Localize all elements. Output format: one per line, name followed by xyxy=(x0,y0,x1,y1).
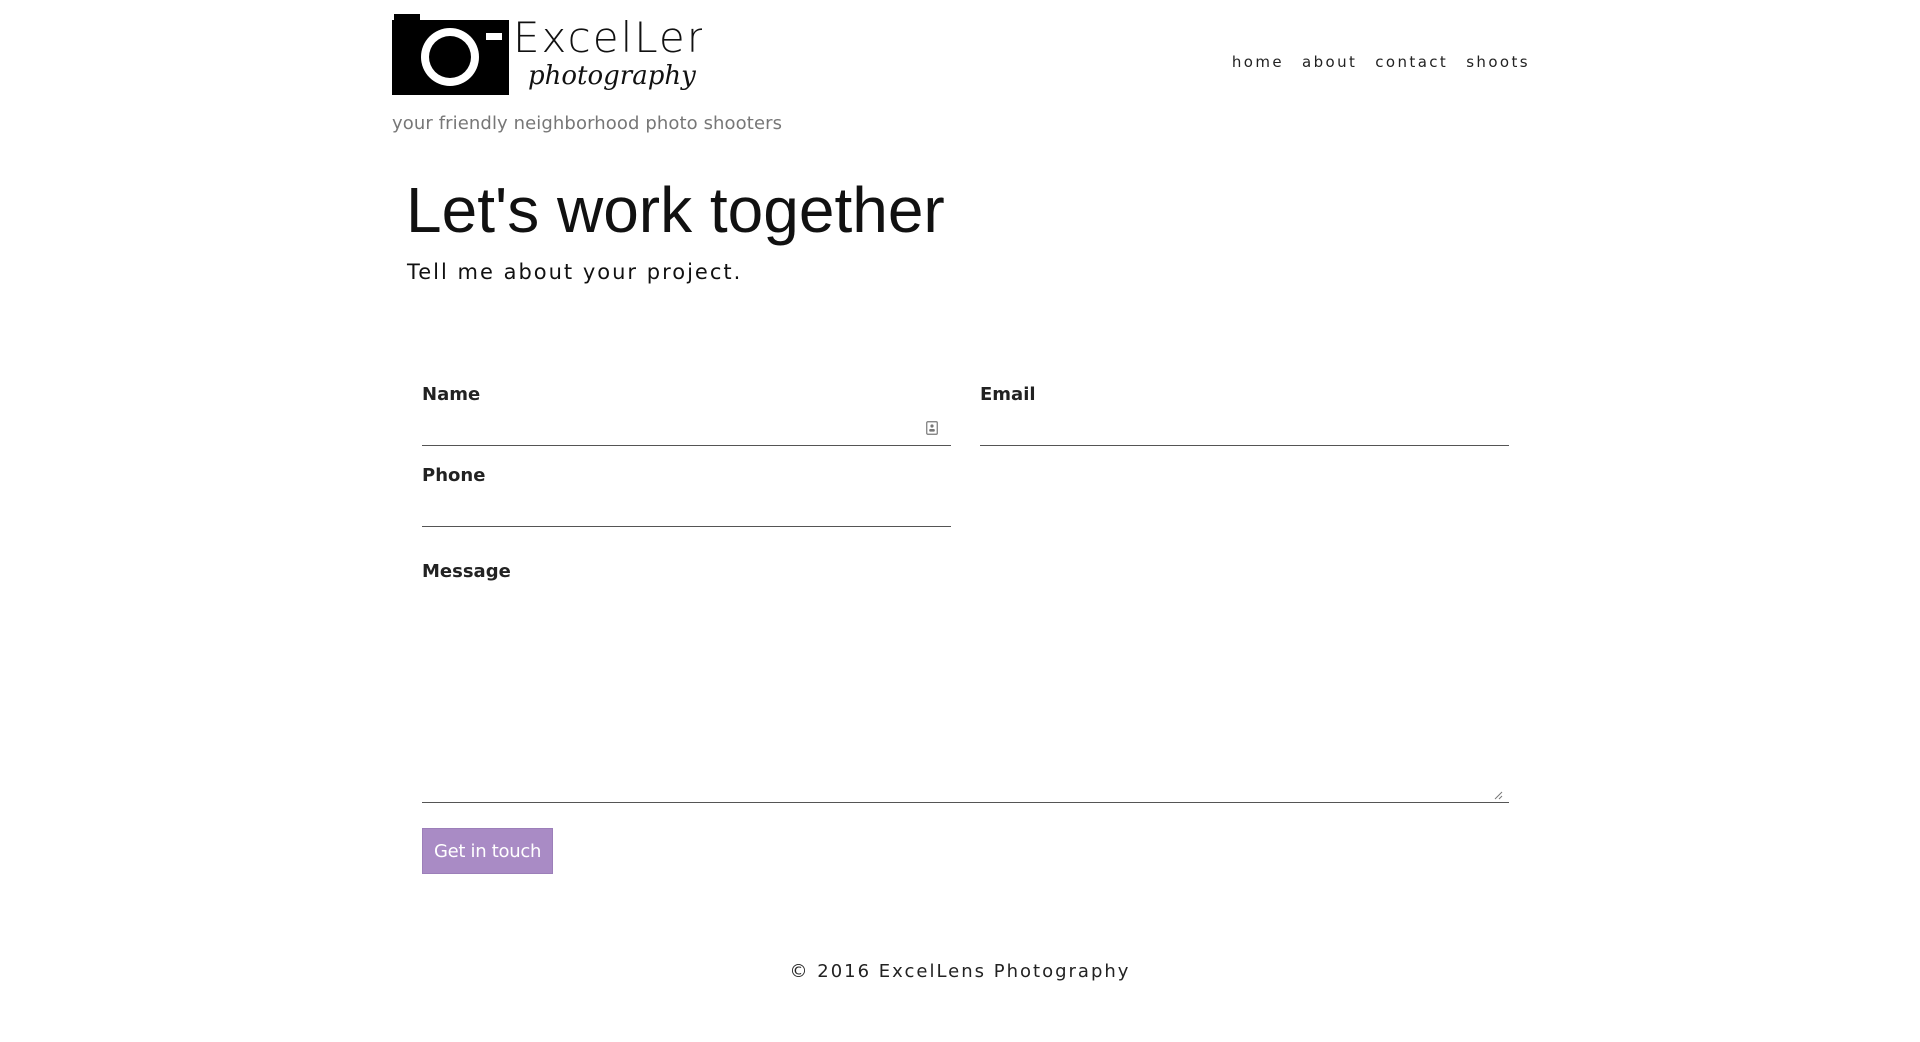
resize-grip-icon[interactable] xyxy=(1493,790,1503,800)
phone-label: Phone xyxy=(422,465,486,486)
message-label: Message xyxy=(422,561,511,582)
name-label: Name xyxy=(422,384,481,405)
page-title: Let's work together xyxy=(406,174,945,246)
site-tagline: your friendly neighborhood photo shooter… xyxy=(392,113,783,134)
name-input[interactable] xyxy=(422,412,951,446)
logo-brand-bottom: photography xyxy=(528,61,696,91)
message-textarea[interactable] xyxy=(422,590,1509,803)
contact-card-icon[interactable] xyxy=(926,421,938,435)
nav-link-contact[interactable]: contact xyxy=(1375,53,1448,71)
email-label: Email xyxy=(980,384,1036,405)
phone-input[interactable] xyxy=(422,493,951,527)
footer-copyright: © 2016 ExcelLens Photography xyxy=(789,961,1131,982)
nav-link-shoots[interactable]: shoots xyxy=(1466,53,1530,71)
email-input[interactable] xyxy=(980,412,1509,446)
main-nav: home about contact shoots xyxy=(1232,53,1530,71)
get-in-touch-button[interactable]: Get in touch xyxy=(422,828,553,874)
site-logo[interactable]: ExcelLens photography xyxy=(392,14,702,98)
page-subtitle: Tell me about your project. xyxy=(407,260,743,284)
nav-link-home[interactable]: home xyxy=(1232,53,1284,71)
contact-page: ExcelLens photography your friendly neig… xyxy=(0,0,1920,1042)
nav-link-about[interactable]: about xyxy=(1302,53,1357,71)
camera-icon xyxy=(392,14,509,95)
logo-brand-top: ExcelLens xyxy=(513,14,702,62)
